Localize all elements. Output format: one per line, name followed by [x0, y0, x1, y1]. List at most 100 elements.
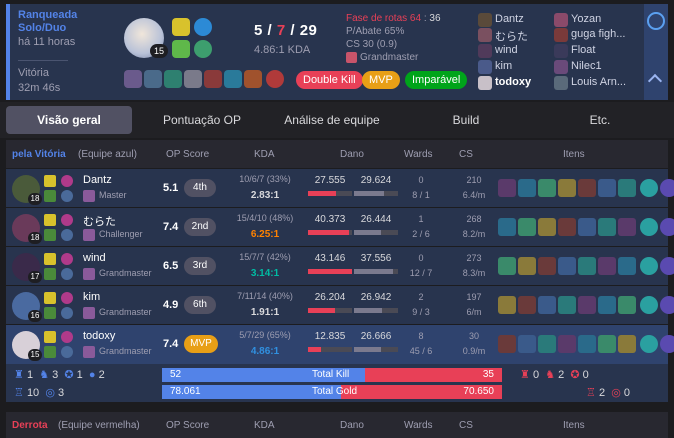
- item-icon[interactable]: [538, 257, 556, 275]
- item-icon[interactable]: [498, 257, 516, 275]
- item-icon[interactable]: [518, 257, 536, 275]
- item-icon[interactable]: [224, 70, 242, 88]
- team-list-player[interactable]: Float: [571, 44, 595, 56]
- team-list-player[interactable]: wind: [495, 44, 518, 56]
- summoner-spell-icon[interactable]: [44, 253, 56, 265]
- secondary-rune-icon[interactable]: [61, 229, 73, 241]
- secondary-rune-icon[interactable]: [194, 40, 212, 58]
- item-icon[interactable]: [618, 335, 636, 353]
- summoner-spell-icon[interactable]: [44, 331, 56, 343]
- item-icon[interactable]: [538, 296, 556, 314]
- tab-etc[interactable]: Etc.: [540, 106, 660, 134]
- summoner-spell-icon[interactable]: [44, 190, 56, 202]
- player-name[interactable]: Dantz: [83, 174, 112, 186]
- team-list-player[interactable]: kim: [495, 60, 512, 72]
- trinket-icon[interactable]: [640, 257, 658, 275]
- team-list-player[interactable]: Dantz: [495, 13, 524, 25]
- item-icon[interactable]: [598, 335, 616, 353]
- role-quest-icon[interactable]: [660, 335, 674, 353]
- item-icon[interactable]: [518, 335, 536, 353]
- item-icon[interactable]: [204, 70, 222, 88]
- tab-overview[interactable]: Visão geral: [6, 106, 132, 134]
- heal-spell-icon[interactable]: [172, 40, 190, 58]
- live-game-icon[interactable]: [647, 12, 665, 30]
- item-icon[interactable]: [558, 218, 576, 236]
- keystone-rune-icon[interactable]: [61, 331, 73, 343]
- player-row-me[interactable]: 15 todoxy Grandmaster 7.4 MVP 5/7/29 (65…: [6, 324, 674, 364]
- item-icon[interactable]: [244, 70, 262, 88]
- team-list-player[interactable]: Nilec1: [571, 60, 602, 72]
- expand-panel[interactable]: [644, 4, 668, 100]
- flash-spell-icon[interactable]: [172, 18, 190, 36]
- player-row[interactable]: 17 wind Grandmaster 6.5 3rd 15/7/7 (42%)…: [6, 246, 674, 286]
- summoner-spell-icon[interactable]: [44, 175, 56, 187]
- role-quest-icon[interactable]: [660, 179, 674, 197]
- trinket-icon[interactable]: [640, 179, 658, 197]
- item-icon[interactable]: [144, 70, 162, 88]
- item-icon[interactable]: [124, 70, 142, 88]
- secondary-rune-icon[interactable]: [61, 268, 73, 280]
- team-list-player[interactable]: Louis Arn...: [571, 76, 626, 88]
- keystone-rune-icon[interactable]: [61, 292, 73, 304]
- player-name[interactable]: wind: [83, 252, 106, 264]
- item-icon[interactable]: [538, 335, 556, 353]
- role-quest-icon[interactable]: [660, 296, 674, 314]
- item-icon[interactable]: [164, 70, 182, 88]
- chevron-up-icon[interactable]: [647, 73, 663, 89]
- tab-team-analysis[interactable]: Análise de equipe: [272, 106, 392, 134]
- item-icon[interactable]: [598, 296, 616, 314]
- item-icon[interactable]: [498, 335, 516, 353]
- player-name[interactable]: kim: [83, 291, 100, 303]
- keystone-rune-icon[interactable]: [61, 175, 73, 187]
- item-icon[interactable]: [578, 179, 596, 197]
- summoner-spell-icon[interactable]: [44, 268, 56, 280]
- item-icon[interactable]: [618, 179, 636, 197]
- trinket-icon[interactable]: [640, 296, 658, 314]
- item-icon[interactable]: [578, 296, 596, 314]
- tab-build[interactable]: Build: [406, 106, 526, 134]
- trinket-icon[interactable]: [266, 70, 284, 88]
- item-icon[interactable]: [618, 296, 636, 314]
- secondary-rune-icon[interactable]: [61, 346, 73, 358]
- summoner-spell-icon[interactable]: [44, 307, 56, 319]
- item-icon[interactable]: [598, 257, 616, 275]
- player-name[interactable]: todoxy: [83, 330, 115, 342]
- trinket-icon[interactable]: [640, 218, 658, 236]
- summoner-spell-icon[interactable]: [44, 214, 56, 226]
- secondary-rune-icon[interactable]: [61, 307, 73, 319]
- item-icon[interactable]: [518, 218, 536, 236]
- team-list-player[interactable]: Yozan: [571, 13, 601, 25]
- item-icon[interactable]: [598, 218, 616, 236]
- secondary-rune-icon[interactable]: [61, 190, 73, 202]
- item-icon[interactable]: [498, 296, 516, 314]
- summoner-spell-icon[interactable]: [44, 229, 56, 241]
- item-icon[interactable]: [498, 179, 516, 197]
- player-row[interactable]: 18 Dantz Master 5.1 4th 10/6/7 (33%) 2.8…: [6, 168, 674, 208]
- role-quest-icon[interactable]: [660, 257, 674, 275]
- item-icon[interactable]: [578, 335, 596, 353]
- item-icon[interactable]: [558, 257, 576, 275]
- item-icon[interactable]: [618, 218, 636, 236]
- summoner-spell-icon[interactable]: [44, 346, 56, 358]
- player-row[interactable]: 18 むらた Challenger 7.4 2nd 15/4/10 (48%) …: [6, 207, 674, 247]
- item-icon[interactable]: [538, 218, 556, 236]
- item-icon[interactable]: [518, 179, 536, 197]
- keystone-rune-icon[interactable]: [194, 18, 212, 36]
- item-icon[interactable]: [558, 179, 576, 197]
- item-icon[interactable]: [498, 218, 516, 236]
- trinket-icon[interactable]: [640, 335, 658, 353]
- team-list-player-me[interactable]: todoxy: [495, 76, 531, 88]
- player-name[interactable]: むらた: [83, 213, 116, 229]
- keystone-rune-icon[interactable]: [61, 214, 73, 226]
- tab-op-score[interactable]: Pontuação OP: [142, 106, 262, 134]
- keystone-rune-icon[interactable]: [61, 253, 73, 265]
- item-icon[interactable]: [598, 179, 616, 197]
- item-icon[interactable]: [618, 257, 636, 275]
- item-icon[interactable]: [578, 218, 596, 236]
- item-icon[interactable]: [518, 296, 536, 314]
- item-icon[interactable]: [538, 179, 556, 197]
- item-icon[interactable]: [558, 296, 576, 314]
- role-quest-icon[interactable]: [660, 218, 674, 236]
- player-row[interactable]: 16 kim Grandmaster 4.9 6th 7/11/14 (40%)…: [6, 285, 674, 325]
- item-icon[interactable]: [558, 335, 576, 353]
